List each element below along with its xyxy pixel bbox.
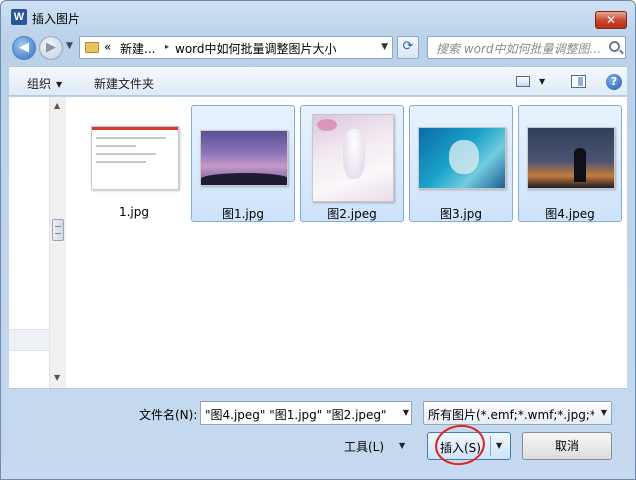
word-icon: W [11,9,27,25]
breadcrumb-separator-icon[interactable]: ▸ [165,42,169,51]
back-arrow-icon[interactable]: ◀ [12,36,36,60]
file-name: 图1.jpg [221,207,265,221]
search-placeholder: 搜索 word中如何批量调整图... [436,42,601,56]
file-thumbnail [91,114,179,202]
scroll-down-icon[interactable]: ▼ [54,373,60,382]
organize-label: 组织 [27,77,52,91]
folder-icon [85,42,99,53]
address-dropdown-icon[interactable]: ▼ [381,42,388,52]
scroll-thumb[interactable] [52,219,64,241]
insert-picture-dialog: W 插入图片 ✕ ◀ ▶ ▼ « 新建... ▸ word中如何批量调整图片大小… [0,0,636,480]
tools-dropdown-icon[interactable]: ▼ [399,441,405,450]
image-thumbnail [200,130,288,186]
navigation-pane [9,97,49,388]
file-thumbnail [309,114,397,202]
file-thumbnail [418,114,506,202]
file-list-area: ▲ ▼ 1.jpg 图1.jpg 图2.jpeg 图3.jpg 图4.jpeg [9,97,627,389]
address-overflow[interactable]: « [104,40,111,54]
new-folder-button[interactable]: 新建文件夹 [94,75,154,92]
file-thumbnail [527,114,615,202]
close-button[interactable]: ✕ [595,11,627,29]
file-item-tu3-jpg[interactable]: 图3.jpg [409,105,513,222]
red-circle-annotation [432,421,488,469]
chevron-down-icon: ▼ [600,408,607,417]
search-icon [609,41,620,52]
forward-arrow-icon[interactable]: ▶ [39,36,63,60]
file-item-tu4-jpeg[interactable]: 图4.jpeg [518,105,622,222]
preview-pane-icon[interactable] [571,75,586,88]
refresh-icon[interactable]: ⟳ [397,36,419,59]
search-input[interactable]: 搜索 word中如何批量调整图... [427,36,626,59]
vertical-scrollbar[interactable]: ▲ ▼ [49,97,66,388]
navigation-pane-item[interactable] [9,329,49,351]
command-toolbar: 组织 ▼ 新建文件夹 ▼ ? [9,66,627,96]
help-icon[interactable]: ? [606,74,622,90]
breadcrumb-current[interactable]: word中如何批量调整图片大小 [175,40,337,57]
file-type-value: 所有图片(*.emf;*.wmf;*.jpg;*.jpeg) [428,408,594,422]
image-thumbnail [418,127,506,189]
cancel-button[interactable]: 取消 [522,432,612,460]
tools-button[interactable]: 工具(L) [344,438,384,455]
chevron-down-icon: ▼ [56,80,63,89]
breadcrumb-parent[interactable]: 新建... [120,40,155,57]
filename-dropdown-icon[interactable]: ▼ [403,408,409,417]
filename-field[interactable]: "图4.jpeg" "图1.jpg" "图2.jpeg" "图3.jpg" ▼ [200,401,412,425]
title-bar: W 插入图片 ✕ [1,1,635,31]
image-thumbnail [527,127,615,189]
file-thumbnail [200,114,288,202]
view-options-dropdown-icon[interactable]: ▼ [539,77,545,86]
address-bar[interactable]: « 新建... ▸ word中如何批量调整图片大小 ▼ [79,36,393,59]
file-name: 图4.jpeg [545,207,595,221]
file-item-tu1-jpg[interactable]: 图1.jpg [191,105,295,222]
window-title: 插入图片 [32,12,81,26]
file-name: 图3.jpg [439,207,483,221]
file-type-select[interactable]: 所有图片(*.emf;*.wmf;*.jpg;*.jpeg) ▼ [423,401,612,425]
filename-value: "图4.jpeg" "图1.jpg" "图2.jpeg" "图3.jpg" [205,408,391,422]
scroll-up-icon[interactable]: ▲ [54,101,60,110]
split-divider [490,436,491,456]
file-item-1-jpg[interactable]: 1.jpg [82,105,186,222]
file-name: 1.jpg [118,205,150,219]
history-dropdown-icon[interactable]: ▼ [66,41,73,51]
insert-options-dropdown-icon[interactable]: ▼ [496,441,502,450]
organize-button[interactable]: 组织 ▼ [27,75,62,92]
filename-label: 文件名(N): [139,408,198,422]
file-name: 图2.jpeg [327,207,377,221]
image-thumbnail [91,126,179,190]
change-view-icon[interactable] [516,76,530,87]
image-thumbnail [312,114,394,202]
file-item-tu2-jpeg[interactable]: 图2.jpeg [300,105,404,222]
